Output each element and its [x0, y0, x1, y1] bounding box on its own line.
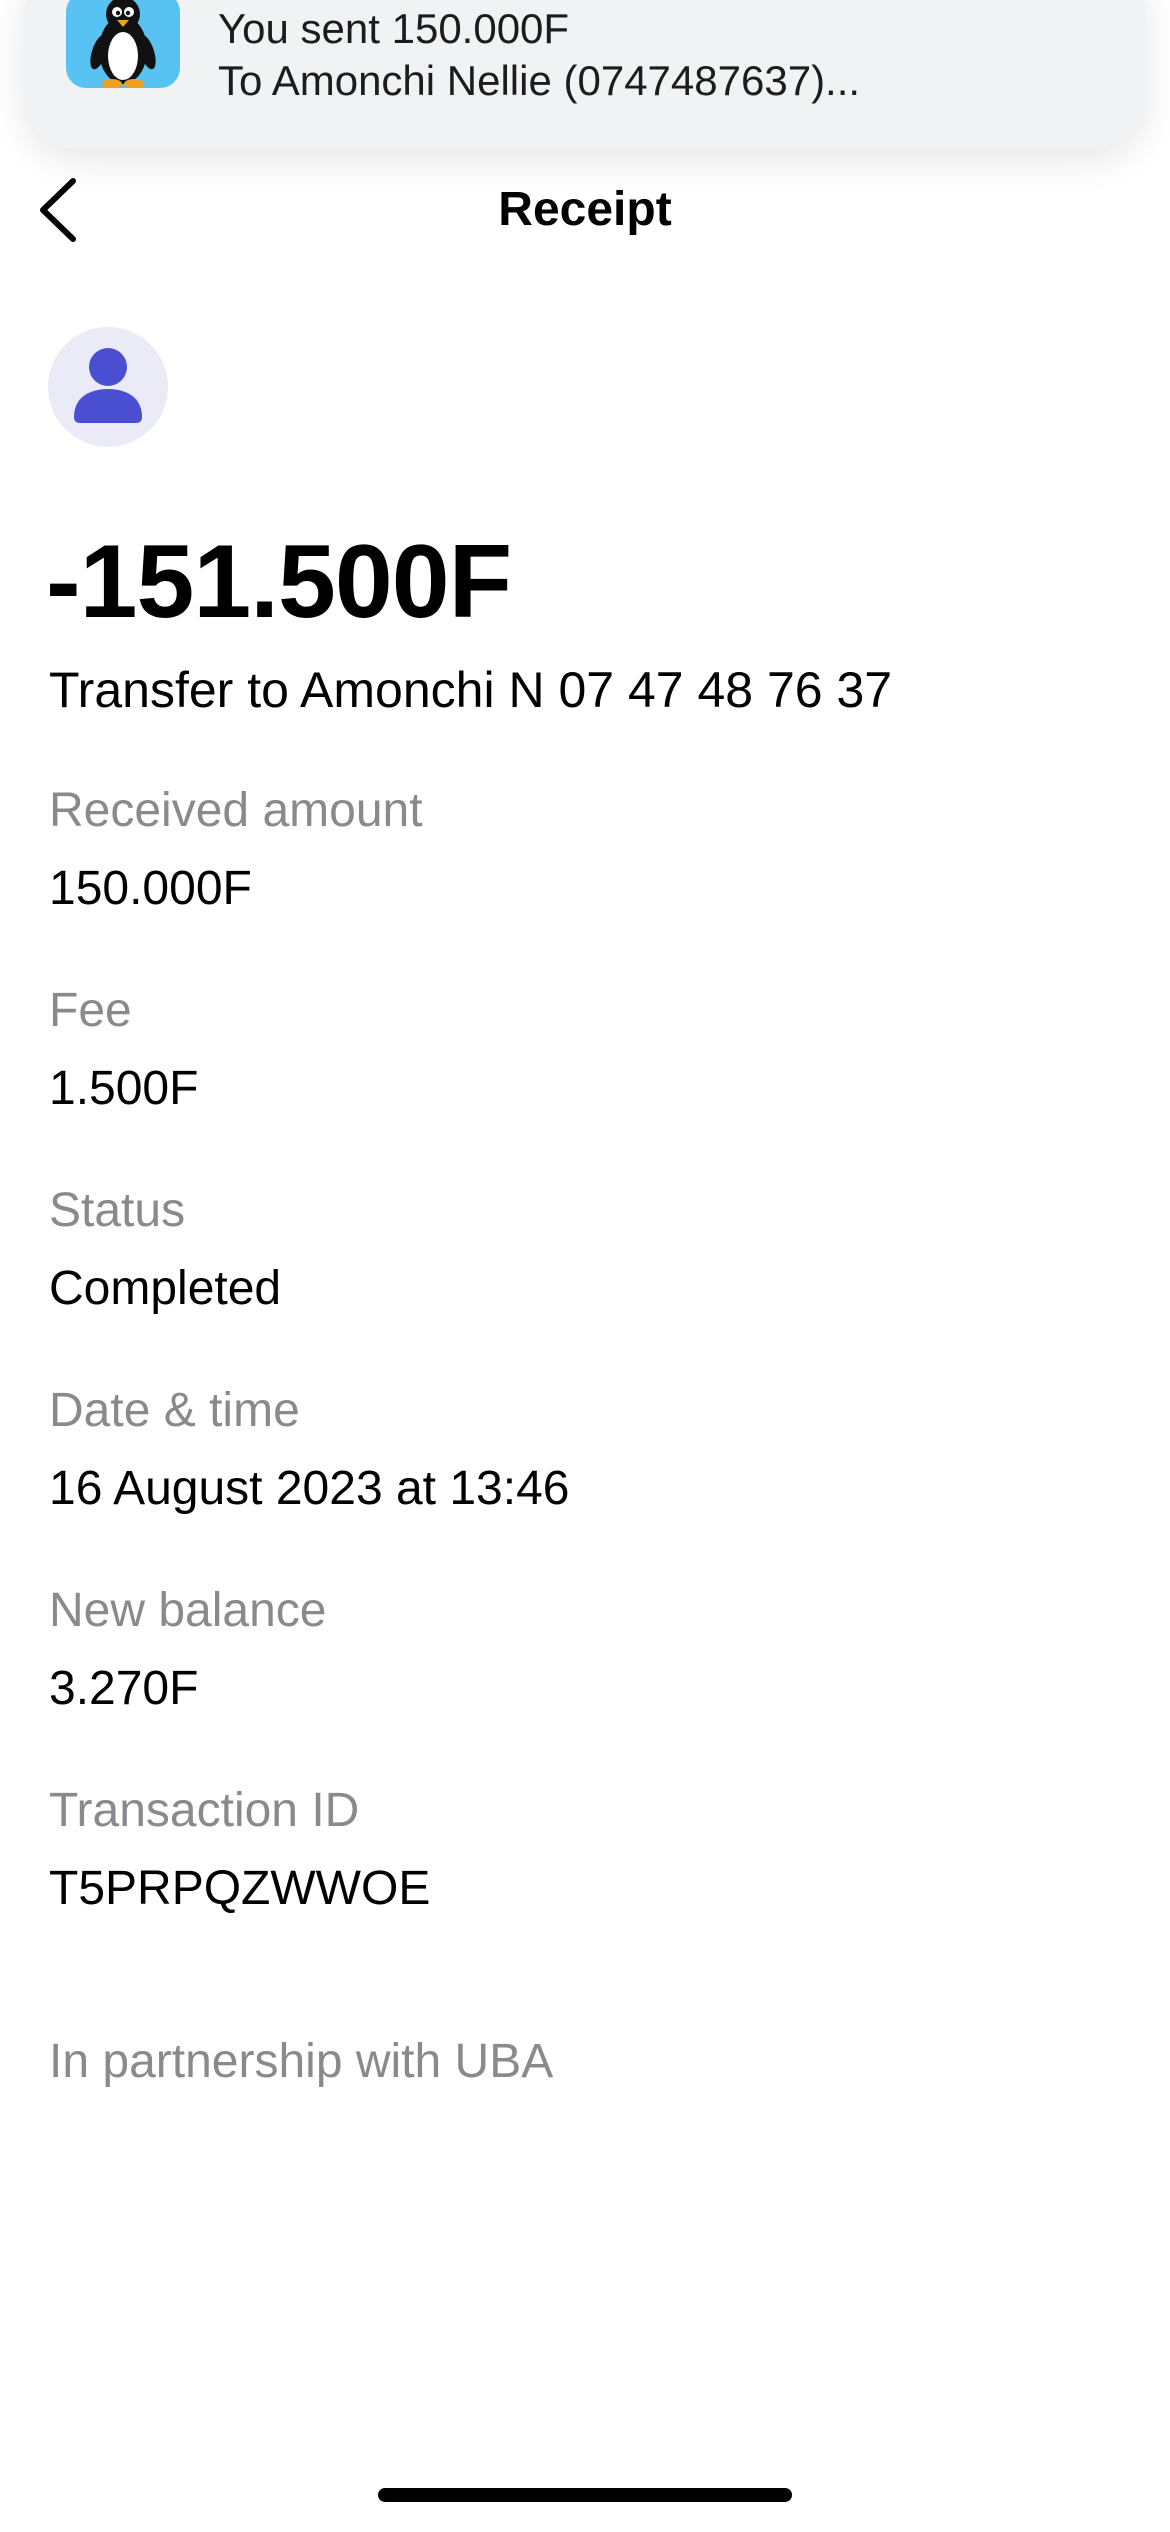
- new-balance-value: 3.270F: [49, 1662, 199, 1715]
- status-value: Completed: [49, 1262, 282, 1315]
- home-indicator[interactable]: [378, 2488, 792, 2502]
- transaction-amount: -151.500F: [46, 524, 512, 640]
- date-time-label: Date & time: [49, 1384, 300, 1437]
- transaction-id-label: Transaction ID: [49, 1784, 360, 1837]
- fee-value: 1.500F: [49, 1062, 199, 1115]
- partnership-note: In partnership with UBA: [49, 2035, 554, 2088]
- transaction-id-value: T5PRPQZWWOE: [49, 1862, 431, 1915]
- date-time-value: 16 August 2023 at 13:46: [49, 1462, 570, 1515]
- person-icon: [72, 345, 144, 430]
- fee-label: Fee: [49, 984, 132, 1037]
- avatar: [48, 327, 168, 447]
- received-amount-label: Received amount: [49, 784, 423, 837]
- new-balance-label: New balance: [49, 1584, 327, 1637]
- received-amount-value: 150.000F: [49, 862, 252, 915]
- page-title: Receipt: [498, 183, 672, 236]
- notification-title: You sent 150.000F: [218, 5, 570, 52]
- penguin-app-icon: [66, 0, 180, 88]
- notification-body: To Amonchi Nellie (0747487637)...: [218, 57, 861, 104]
- notification-banner[interactable]: You sent 150.000F To Amonchi Nellie (074…: [24, 0, 1146, 150]
- status-label: Status: [49, 1184, 186, 1237]
- transaction-description: Transfer to Amonchi N 07 47 48 76 37: [49, 662, 893, 718]
